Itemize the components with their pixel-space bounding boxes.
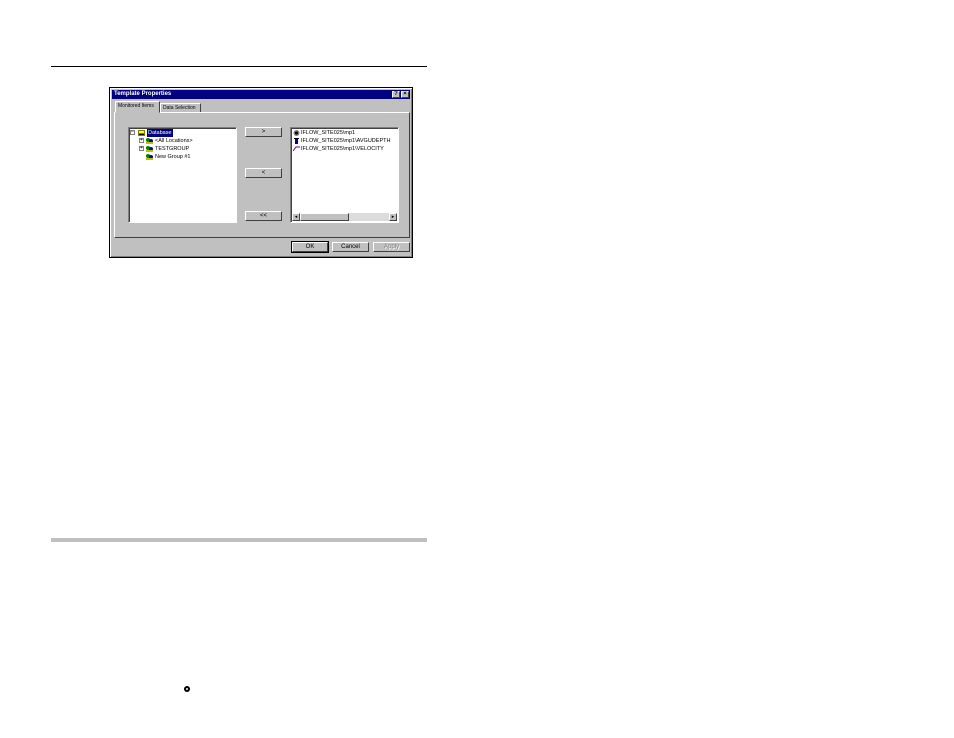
velocity-icon	[293, 146, 300, 151]
list-item[interactable]: IFLOW_SITE025\mp1\VELOCITY	[293, 145, 384, 153]
tree-label-new-group: New Group #1	[155, 154, 191, 160]
scroll-left-icon[interactable]: ◂	[292, 213, 300, 221]
group-icon	[146, 154, 153, 160]
apply-button[interactable]: Apply	[373, 242, 410, 252]
top-rule	[51, 66, 427, 67]
bottom-rule	[51, 538, 427, 542]
template-properties-dialog: Template Properties ? × Monitored Items …	[109, 87, 413, 258]
item-label: IFLOW_SITE025\mp1	[301, 130, 356, 136]
tree-label-database: Database	[147, 129, 173, 137]
list-item[interactable]: IFLOW_SITE025\mp1	[293, 129, 355, 137]
scroll-thumb[interactable]	[300, 213, 349, 221]
depth-gauge-icon	[294, 137, 299, 144]
cancel-button[interactable]: Cancel	[332, 242, 369, 252]
add-item-button[interactable]: >	[245, 127, 282, 137]
horizontal-scrollbar[interactable]: ◂ ▸	[292, 213, 397, 221]
tab-panel: − Database + <All Locations> + TESTGROUP	[114, 112, 410, 238]
bullet-icon	[184, 686, 190, 692]
item-label: IFLOW_SITE025\mp1\VELOCITY	[301, 146, 384, 152]
site-icon	[293, 129, 300, 136]
ok-button[interactable]: OK	[291, 241, 329, 253]
item-label: IFLOW_SITE025\mp1\AVGUDEPTH	[301, 138, 391, 144]
remove-all-button[interactable]: <<	[245, 211, 282, 221]
location-tree[interactable]: − Database + <All Locations> + TESTGROUP	[128, 127, 237, 223]
collapse-icon[interactable]: −	[130, 130, 135, 135]
tree-label-all-locations: <All Locations>	[155, 138, 193, 144]
database-icon	[138, 130, 145, 136]
group-icon	[146, 146, 153, 152]
expand-icon[interactable]: +	[139, 146, 144, 151]
dialog-titlebar: Template Properties ? ×	[112, 90, 410, 99]
tree-item-all-locations[interactable]: + <All Locations>	[139, 137, 219, 145]
tab-monitored-items[interactable]: Monitored Items	[115, 101, 160, 113]
tree-item-database[interactable]: − Database	[130, 129, 190, 137]
expand-icon[interactable]: +	[139, 138, 144, 143]
list-item[interactable]: IFLOW_SITE025\mp1\AVGUDEPTH	[293, 137, 390, 145]
monitored-items-list[interactable]: IFLOW_SITE025\mp1 IFLOW_SITE025\mp1\AVGU…	[290, 127, 399, 223]
help-button[interactable]: ?	[392, 91, 400, 98]
close-button[interactable]: ×	[401, 91, 409, 98]
remove-item-button[interactable]: <	[245, 168, 282, 178]
scroll-right-icon[interactable]: ▸	[389, 213, 397, 221]
tree-label-testgroup: TESTGROUP	[155, 146, 190, 152]
tree-item-testgroup[interactable]: + TESTGROUP	[139, 145, 219, 153]
dialog-title: Template Properties	[114, 91, 172, 97]
group-icon	[146, 138, 153, 144]
tree-item-new-group[interactable]: New Group #1	[139, 153, 219, 161]
